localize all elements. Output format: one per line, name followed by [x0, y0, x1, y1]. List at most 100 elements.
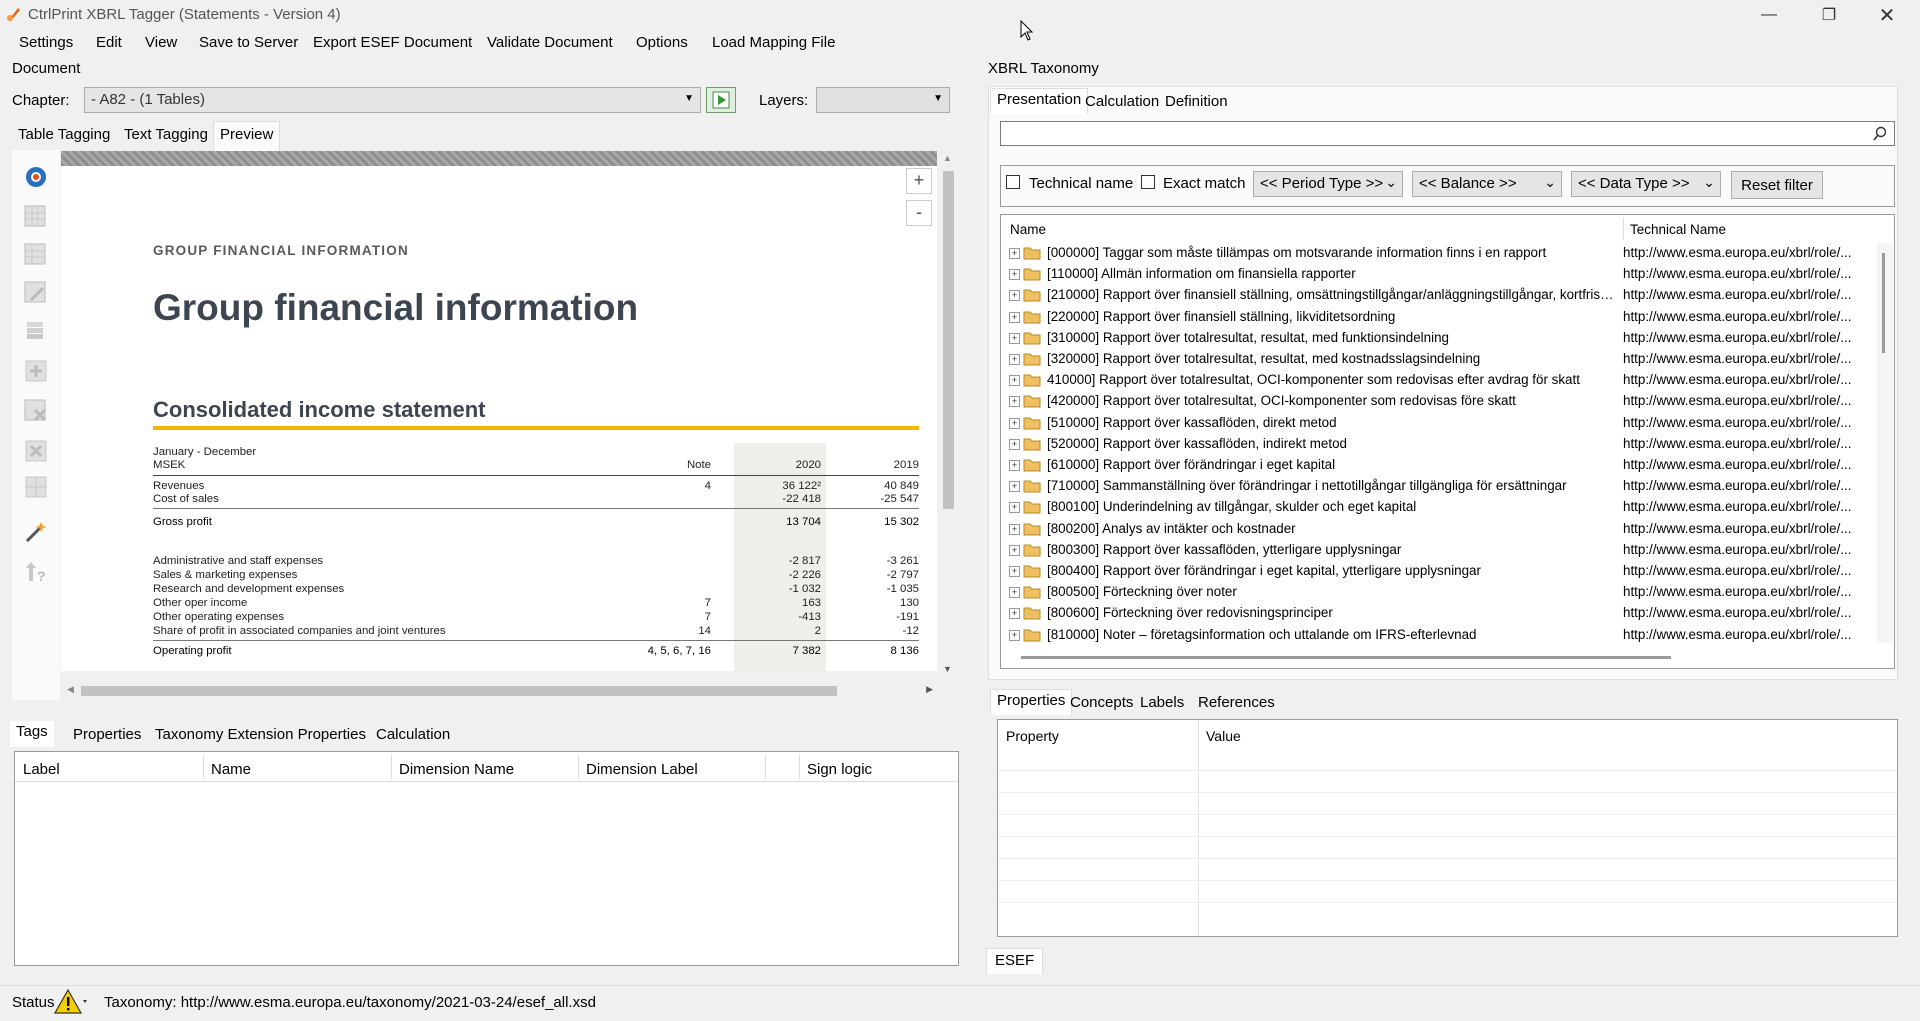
expand-icon[interactable]: + [1009, 481, 1020, 493]
menu-edit[interactable]: Edit [96, 34, 122, 51]
tree-node[interactable]: + [800500] Förteckning över noter http://w… [1001, 582, 1871, 603]
tags-col-dimension-label[interactable]: Dimension Label [586, 761, 698, 778]
tree-horizontal-scrollbar[interactable] [1021, 656, 1671, 659]
scroll-thumb[interactable] [943, 171, 954, 509]
restore-button[interactable]: ❐ [1800, 0, 1858, 30]
tab-preview[interactable]: Preview [213, 121, 281, 151]
tree-col-name[interactable]: Name [1010, 222, 1046, 237]
period-type-select[interactable]: << Period Type >> ⌄ [1253, 171, 1403, 197]
tree-node[interactable]: + [320000] Rapport över totalresultat, re… [1001, 349, 1871, 370]
expand-icon[interactable]: + [1009, 354, 1020, 365]
menu-view[interactable]: View [145, 34, 177, 51]
tab-calculation[interactable]: Calculation [370, 724, 456, 750]
expand-icon[interactable]: + [1009, 587, 1020, 599]
close-button[interactable]: ✕ [1858, 0, 1916, 30]
expand-icon[interactable]: + [1009, 629, 1020, 641]
tab-esef[interactable]: ESEF [986, 948, 1044, 974]
chapter-select[interactable]: - A82 - (1 Tables) ▼ [84, 87, 701, 113]
add-button[interactable] [22, 357, 50, 385]
menu-load-mapping-file[interactable]: Load Mapping File [712, 34, 835, 51]
tab-definition[interactable]: Definition [1159, 91, 1234, 117]
layers-button[interactable] [22, 317, 50, 345]
expand-icon[interactable]: + [1009, 248, 1020, 259]
tree-node[interactable]: + [710000] Sammanställning över förändrin… [1001, 476, 1871, 497]
tree-node[interactable]: + [800300] Rapport över kassaflöden, ytte… [1001, 540, 1871, 561]
expand-icon[interactable]: + [1009, 332, 1020, 344]
tab-taxonomy-extension-properties[interactable]: Taxonomy Extension Properties [149, 724, 372, 750]
tree-node[interactable]: + [000000] Taggar som måste tillämpas om … [1001, 243, 1871, 264]
magic-wand-button[interactable] [22, 518, 50, 546]
tags-col-name[interactable]: Name [211, 761, 251, 778]
preview-horizontal-scrollbar[interactable]: ◀ ▶ [61, 682, 937, 699]
edit-table-button[interactable] [22, 279, 50, 307]
tree-node[interactable]: + [510000] Rapport över kassaflöden, dire… [1001, 413, 1871, 434]
sign-help-button[interactable]: ? [22, 558, 50, 586]
tree-node[interactable]: + [420000] Rapport över totalresultat, OC… [1001, 391, 1871, 412]
expand-icon[interactable]: + [1009, 502, 1020, 514]
expand-icon[interactable]: + [1009, 523, 1020, 535]
delete-button[interactable] [22, 437, 50, 465]
props-col-value[interactable]: Value [1206, 728, 1241, 744]
tree-node[interactable]: + [810000] Noter – företagsinformation oc… [1001, 625, 1871, 646]
props-col-property[interactable]: Property [1006, 728, 1059, 744]
tab-concepts[interactable]: Concepts [1064, 692, 1139, 718]
tab-table-tagging[interactable]: Table Tagging [12, 124, 116, 150]
tree-node[interactable]: + [800200] Analys av intäkter och kostnad… [1001, 519, 1871, 540]
tab-tags[interactable]: Tags [10, 721, 54, 747]
menu-validate-document[interactable]: Validate Document [487, 34, 613, 51]
layers-select[interactable]: ▼ [816, 87, 950, 113]
tab-labels[interactable]: Labels [1134, 692, 1190, 718]
grid-button[interactable] [22, 473, 50, 501]
remove-table-button[interactable] [22, 397, 50, 425]
zoom-in-button[interactable]: + [906, 168, 932, 194]
tree-node[interactable]: + [110000] Allmän information om finansie… [1001, 264, 1871, 285]
tree-node[interactable]: +410000] Rapport över totalresultat, OCI… [1001, 370, 1871, 391]
menu-export-esef[interactable]: Export ESEF Document [313, 34, 472, 51]
expand-icon[interactable]: + [1009, 290, 1020, 302]
add-table-button[interactable] [22, 203, 50, 231]
tags-col-dimension-name[interactable]: Dimension Name [399, 761, 514, 778]
tab-properties[interactable]: Properties [67, 724, 147, 750]
expand-icon[interactable]: + [1009, 396, 1020, 408]
add-row-button[interactable] [22, 241, 50, 269]
reset-filter-button[interactable]: Reset filter [1731, 171, 1823, 199]
tree-vertical-scrollbar[interactable] [1877, 243, 1893, 643]
tab-props-properties[interactable]: Properties [990, 689, 1073, 715]
tags-col-sign-logic[interactable]: Sign logic [807, 761, 872, 778]
scroll-thumb[interactable] [1882, 253, 1885, 353]
expand-icon[interactable]: + [1009, 269, 1020, 281]
tab-presentation[interactable]: Presentation [990, 88, 1089, 114]
expand-icon[interactable]: + [1009, 608, 1020, 620]
expand-icon[interactable]: + [1009, 566, 1020, 577]
tab-references[interactable]: References [1192, 692, 1281, 718]
run-button[interactable] [706, 87, 736, 113]
menu-settings[interactable]: Settings [19, 34, 73, 51]
taxonomy-search-input[interactable] [1000, 121, 1895, 146]
settings-gear-button[interactable] [22, 163, 50, 191]
tree-node[interactable]: + [220000] Rapport över finansiell ställn… [1001, 307, 1871, 328]
tree-node[interactable]: + [800100] Underindelning av tillgångar, … [1001, 497, 1871, 518]
menu-options[interactable]: Options [636, 34, 688, 51]
balance-select[interactable]: << Balance >> ⌄ [1412, 171, 1562, 197]
tree-node[interactable]: + [210000] Rapport över finansiell ställn… [1001, 285, 1871, 306]
menu-save-to-server[interactable]: Save to Server [199, 34, 298, 51]
tree-node[interactable]: + [800600] Förteckning över redovisningsp… [1001, 603, 1871, 624]
data-type-select[interactable]: << Data Type >> ⌄ [1571, 171, 1721, 197]
tags-col-label[interactable]: Label [23, 761, 60, 778]
expand-icon[interactable]: + [1009, 417, 1020, 429]
tree-node[interactable]: + [610000] Rapport över förändringar i eg… [1001, 455, 1871, 476]
tree-node[interactable]: + [310000] Rapport över totalresultat, re… [1001, 328, 1871, 349]
scroll-thumb[interactable] [81, 686, 837, 696]
tab-tax-calculation[interactable]: Calculation [1079, 91, 1165, 117]
expand-icon[interactable]: + [1009, 460, 1020, 471]
exact-match-checkbox[interactable] [1141, 175, 1155, 189]
expand-icon[interactable]: + [1009, 311, 1020, 323]
zoom-out-button[interactable]: - [906, 200, 932, 226]
tab-text-tagging[interactable]: Text Tagging [118, 124, 214, 150]
expand-icon[interactable]: + [1009, 544, 1020, 556]
technical-name-checkbox[interactable] [1006, 175, 1020, 189]
minimize-button[interactable]: — [1740, 0, 1798, 30]
expand-icon[interactable]: + [1009, 375, 1020, 387]
tree-col-technical-name[interactable]: Technical Name [1630, 222, 1726, 237]
preview-vertical-scrollbar[interactable]: ▲ ▼ [940, 151, 957, 676]
